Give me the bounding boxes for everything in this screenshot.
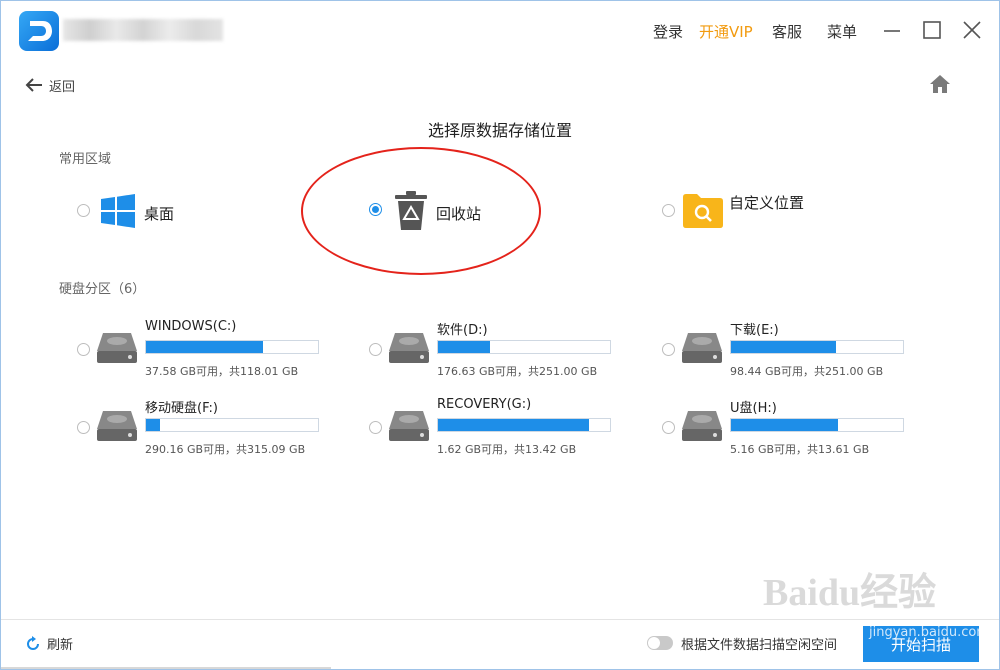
back-arrow-icon	[25, 78, 42, 92]
disk-section-label: 硬盘分区（6）	[59, 282, 146, 297]
home-icon	[930, 75, 950, 93]
close-icon	[963, 21, 981, 39]
maximize-icon	[923, 21, 941, 39]
drive-capacity: 176.63 GB可用，共251.00 GB	[437, 365, 598, 378]
drive-radio[interactable]	[662, 343, 675, 356]
drive-name: RECOVERY(G:)	[437, 397, 532, 412]
refresh-label: 刷新	[47, 638, 74, 653]
vip-link[interactable]: 开通VIP	[699, 21, 753, 42]
menu-link[interactable]: 菜单	[827, 21, 857, 42]
watermark-brand: Baidu经验	[763, 572, 937, 614]
hard-drive-icon	[97, 411, 137, 441]
drive-item[interactable]: 下载(E:) 98.44 GB可用，共251.00 GB	[662, 319, 932, 379]
common-section-label: 常用区域	[59, 152, 112, 167]
drive-item[interactable]: U盘(H:) 5.16 GB可用，共13.61 GB	[662, 397, 932, 457]
back-label: 返回	[49, 79, 76, 95]
app-window: 登录 开通VIP 客服 菜单 返回 选择原数据存储位置 常用区域 桌面 回收站 …	[0, 0, 1000, 670]
drive-item[interactable]: 软件(D:) 176.63 GB可用，共251.00 GB	[369, 319, 639, 379]
drive-radio[interactable]	[369, 343, 382, 356]
hard-drive-icon	[682, 411, 722, 441]
desktop-label[interactable]: 桌面	[144, 203, 174, 224]
drive-usage-fill	[438, 419, 590, 431]
drive-usage-bar	[437, 418, 611, 432]
drive-radio[interactable]	[77, 421, 90, 434]
hard-drive-icon	[97, 333, 137, 363]
hard-drive-icon	[682, 333, 722, 363]
drive-radio[interactable]	[662, 421, 675, 434]
drive-item[interactable]: WINDOWS(C:) 37.58 GB可用，共118.01 GB	[77, 319, 347, 379]
hard-drive-icon	[389, 333, 429, 363]
free-space-scan-label: 根据文件数据扫描空闲空间	[681, 638, 838, 653]
drive-usage-fill	[146, 341, 263, 353]
refresh-button[interactable]: 刷新	[25, 634, 73, 653]
free-space-scan-toggle[interactable]	[647, 636, 673, 650]
highlight-annotation	[301, 147, 541, 275]
watermark-url: jingyan.baidu.com	[869, 625, 989, 640]
title-bar: 登录 开通VIP 客服 菜单	[1, 1, 999, 59]
service-link[interactable]: 客服	[772, 21, 802, 42]
drive-capacity: 1.62 GB可用，共13.42 GB	[437, 443, 577, 456]
drive-usage-bar	[437, 340, 611, 354]
drive-usage-bar	[145, 418, 319, 432]
hard-drive-icon	[389, 411, 429, 441]
drive-capacity: 98.44 GB可用，共251.00 GB	[730, 365, 884, 378]
drive-radio[interactable]	[369, 421, 382, 434]
login-link[interactable]: 登录	[653, 21, 683, 42]
drive-usage-bar	[730, 340, 904, 354]
custom-location-label[interactable]: 自定义位置	[729, 192, 804, 213]
drive-radio[interactable]	[77, 343, 90, 356]
refresh-icon	[27, 635, 39, 650]
drive-usage-bar	[730, 418, 904, 432]
close-button[interactable]	[959, 17, 985, 43]
app-name-blurred	[63, 19, 223, 41]
maximize-button[interactable]	[919, 17, 945, 43]
drive-name: 移动硬盘(F:)	[145, 401, 218, 416]
drive-usage-fill	[731, 419, 838, 431]
drive-name: 下载(E:)	[730, 323, 779, 338]
app-logo-icon	[19, 11, 59, 51]
page-title: 选择原数据存储位置	[427, 121, 572, 140]
drive-capacity: 290.16 GB可用，共315.09 GB	[145, 443, 306, 456]
windows-icon	[101, 194, 135, 232]
drive-usage-fill	[731, 341, 836, 353]
drive-capacity: 37.58 GB可用，共118.01 GB	[145, 365, 299, 378]
minimize-button[interactable]	[879, 17, 905, 43]
home-button[interactable]	[929, 73, 951, 95]
drive-item[interactable]: RECOVERY(G:) 1.62 GB可用，共13.42 GB	[369, 397, 639, 457]
back-button[interactable]: 返回	[25, 75, 75, 95]
drive-usage-bar	[145, 340, 319, 354]
custom-location-radio[interactable]	[662, 204, 675, 217]
minimize-icon	[884, 30, 900, 32]
footer-bar: 刷新 根据文件数据扫描空闲空间 开始扫描	[1, 619, 999, 669]
drive-item[interactable]: 移动硬盘(F:) 290.16 GB可用，共315.09 GB	[77, 397, 347, 457]
drive-capacity: 5.16 GB可用，共13.61 GB	[730, 443, 870, 456]
drive-usage-fill	[438, 341, 490, 353]
drive-name: WINDOWS(C:)	[145, 319, 237, 334]
drive-name: U盘(H:)	[730, 401, 777, 416]
drive-usage-fill	[146, 419, 160, 431]
drive-name: 软件(D:)	[437, 323, 488, 338]
folder-search-icon	[683, 193, 723, 233]
desktop-radio[interactable]	[77, 204, 90, 217]
